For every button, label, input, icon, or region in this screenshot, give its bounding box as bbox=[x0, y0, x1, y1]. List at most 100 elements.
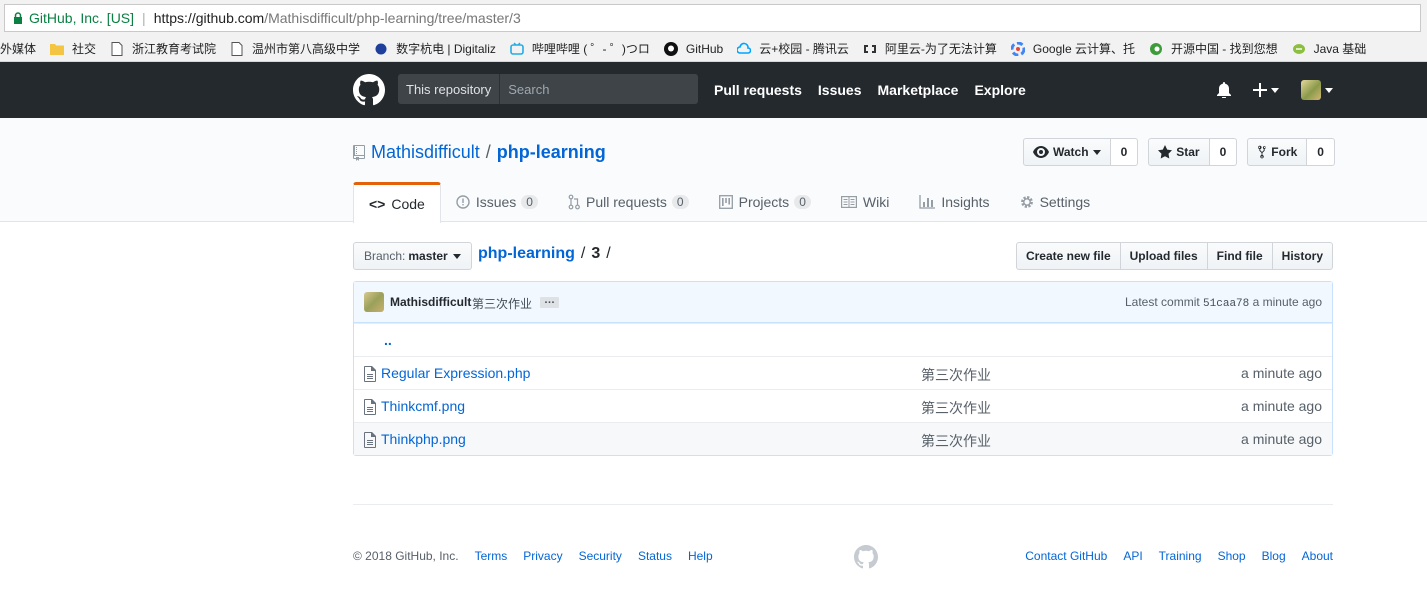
commit-expand-button[interactable]: … bbox=[540, 295, 559, 308]
footer-link-privacy[interactable]: Privacy bbox=[523, 549, 562, 563]
url-field[interactable]: GitHub, Inc. [US] | https://github.com/M… bbox=[4, 4, 1421, 32]
footer-link-api[interactable]: API bbox=[1123, 549, 1142, 563]
bookmark-item[interactable]: 数字杭电 | Digitaliz bbox=[374, 40, 496, 57]
create-new-file-button[interactable]: Create new file bbox=[1015, 242, 1121, 270]
header-actions bbox=[1217, 80, 1333, 100]
table-row: Thinkphp.png 第三次作业 a minute ago bbox=[354, 422, 1332, 455]
bookmark-label: 温州市第八高级中学 bbox=[252, 42, 361, 56]
file-commit-message[interactable]: 第三次作业 bbox=[921, 431, 991, 451]
file-name-link[interactable]: Regular Expression.php bbox=[381, 365, 530, 381]
url-divider: | bbox=[142, 10, 146, 26]
bookmark-item[interactable]: Google 云计算、托 bbox=[1010, 40, 1135, 57]
tab-wiki[interactable]: Wiki bbox=[826, 182, 904, 222]
latest-commit-bar: Mathisdifficult 第三次作业 … Latest commit 51… bbox=[354, 282, 1332, 323]
footer-link-shop[interactable]: Shop bbox=[1218, 549, 1246, 563]
file-actions: Create new file Upload files Find file H… bbox=[1015, 242, 1333, 270]
star-count[interactable]: 0 bbox=[1209, 138, 1238, 166]
nav-issues[interactable]: Issues bbox=[818, 82, 862, 98]
fork-icon bbox=[1258, 145, 1266, 159]
search-input[interactable] bbox=[500, 81, 691, 97]
github-mark-icon[interactable] bbox=[854, 545, 878, 569]
tab-label: Settings bbox=[1039, 194, 1091, 210]
bookmark-item[interactable]: GitHub bbox=[663, 41, 723, 56]
file-commit-message[interactable]: 第三次作业 bbox=[921, 365, 991, 385]
footer-link-blog[interactable]: Blog bbox=[1262, 549, 1286, 563]
history-button[interactable]: History bbox=[1271, 242, 1333, 270]
bookmark-item[interactable]: 开源中国 - 找到您想 bbox=[1149, 40, 1278, 57]
java-icon bbox=[1292, 43, 1305, 54]
fork-count[interactable]: 0 bbox=[1307, 138, 1335, 166]
find-file-button[interactable]: Find file bbox=[1206, 242, 1273, 270]
footer-link-contact[interactable]: Contact GitHub bbox=[1025, 549, 1107, 563]
tab-insights[interactable]: Insights bbox=[904, 182, 1004, 222]
github-icon bbox=[663, 41, 678, 56]
github-logo-icon[interactable] bbox=[353, 74, 385, 106]
avatar-menu-button[interactable] bbox=[1301, 80, 1333, 100]
bookmark-item[interactable]: Java 基础 bbox=[1292, 40, 1367, 57]
file-navigation: Branch: master php-learning / 3 / Create… bbox=[353, 242, 1333, 270]
bookmark-item[interactable]: 社交 bbox=[50, 40, 96, 57]
upload-files-button[interactable]: Upload files bbox=[1119, 242, 1208, 270]
footer-link-status[interactable]: Status bbox=[638, 549, 672, 563]
projects-counter: 0 bbox=[794, 195, 811, 209]
fork-button[interactable]: Fork bbox=[1247, 138, 1308, 166]
site-identity: GitHub, Inc. [US] bbox=[29, 10, 135, 26]
tab-issues[interactable]: Issues 0 bbox=[441, 182, 553, 222]
tab-code[interactable]: <> Code bbox=[353, 182, 441, 223]
file-icon bbox=[364, 432, 376, 448]
tab-pull-requests[interactable]: Pull requests 0 bbox=[553, 182, 704, 222]
commit-sha-link[interactable]: 51caa78 bbox=[1203, 298, 1249, 310]
nav-explore[interactable]: Explore bbox=[974, 82, 1025, 98]
bookmark-label: Java 基础 bbox=[1313, 42, 1367, 56]
bookmark-item[interactable]: 哔哩哔哩 ( ゜- ゜)つロ bbox=[510, 40, 650, 57]
folder-icon bbox=[50, 43, 65, 55]
parent-directory-link[interactable]: .. bbox=[384, 332, 392, 348]
footer-link-security[interactable]: Security bbox=[579, 549, 622, 563]
footer-link-terms[interactable]: Terms bbox=[475, 549, 508, 563]
star-label: Star bbox=[1176, 145, 1200, 159]
search-box: This repository bbox=[398, 74, 698, 104]
bookmark-item[interactable]: 阿里云-为了无法计算 bbox=[863, 40, 997, 57]
nav-pull-requests[interactable]: Pull requests bbox=[714, 82, 802, 98]
bookmark-item[interactable]: 浙江教育考试院 bbox=[110, 40, 216, 57]
page-icon bbox=[231, 41, 243, 56]
file-commit-message[interactable]: 第三次作业 bbox=[921, 398, 991, 418]
commit-meta: Latest commit 51caa78 a minute ago bbox=[1125, 295, 1322, 310]
tab-settings[interactable]: Settings bbox=[1005, 182, 1106, 222]
footer-link-training[interactable]: Training bbox=[1159, 549, 1202, 563]
bilibili-icon bbox=[510, 42, 524, 55]
commit-author-link[interactable]: Mathisdifficult bbox=[390, 295, 471, 309]
bookmark-item[interactable]: 云+校园 - 腾讯云 bbox=[737, 40, 849, 57]
branch-select-button[interactable]: Branch: master bbox=[353, 242, 472, 270]
tab-projects[interactable]: Projects 0 bbox=[704, 182, 826, 222]
browser-address-bar: GitHub, Inc. [US] | https://github.com/M… bbox=[0, 0, 1427, 36]
user-avatar bbox=[1301, 80, 1321, 100]
watch-count[interactable]: 0 bbox=[1110, 138, 1139, 166]
nav-marketplace[interactable]: Marketplace bbox=[878, 82, 959, 98]
bookmark-item[interactable]: 温州市第八高级中学 bbox=[230, 40, 360, 57]
file-name-link[interactable]: Thinkcmf.png bbox=[381, 398, 465, 414]
breadcrumb-separator: / bbox=[580, 245, 586, 262]
bookmark-item[interactable]: 外媒体 bbox=[0, 40, 36, 57]
breadcrumb-repo-link[interactable]: php-learning bbox=[478, 245, 575, 263]
footer-link-help[interactable]: Help bbox=[688, 549, 713, 563]
graph-icon bbox=[919, 195, 936, 209]
repo-owner-link[interactable]: Mathisdifficult bbox=[371, 142, 480, 163]
star-button[interactable]: Star bbox=[1148, 138, 1210, 166]
bell-icon[interactable] bbox=[1217, 82, 1231, 98]
breadcrumb-current-dir: 3 bbox=[591, 245, 601, 262]
footer-left: © 2018 GitHub, Inc. Terms Privacy Securi… bbox=[353, 549, 713, 563]
file-name-link[interactable]: Thinkphp.png bbox=[381, 431, 466, 447]
commit-message-link[interactable]: 第三次作业 bbox=[472, 295, 532, 312]
fork-label: Fork bbox=[1271, 145, 1298, 159]
repo-title-separator: / bbox=[485, 142, 491, 162]
site-header: This repository Pull requests Issues Mar… bbox=[0, 62, 1427, 118]
repo-header: Mathisdifficult / php-learning Watch 0 S… bbox=[0, 118, 1427, 223]
new-menu-button[interactable] bbox=[1253, 83, 1279, 97]
branch-label: Branch: bbox=[364, 249, 406, 263]
footer-link-about[interactable]: About bbox=[1302, 549, 1333, 563]
repo-name-link[interactable]: php-learning bbox=[497, 142, 606, 163]
watch-label: Watch bbox=[1053, 145, 1089, 159]
watch-button[interactable]: Watch bbox=[1023, 138, 1111, 166]
commit-author-avatar[interactable] bbox=[364, 292, 384, 312]
